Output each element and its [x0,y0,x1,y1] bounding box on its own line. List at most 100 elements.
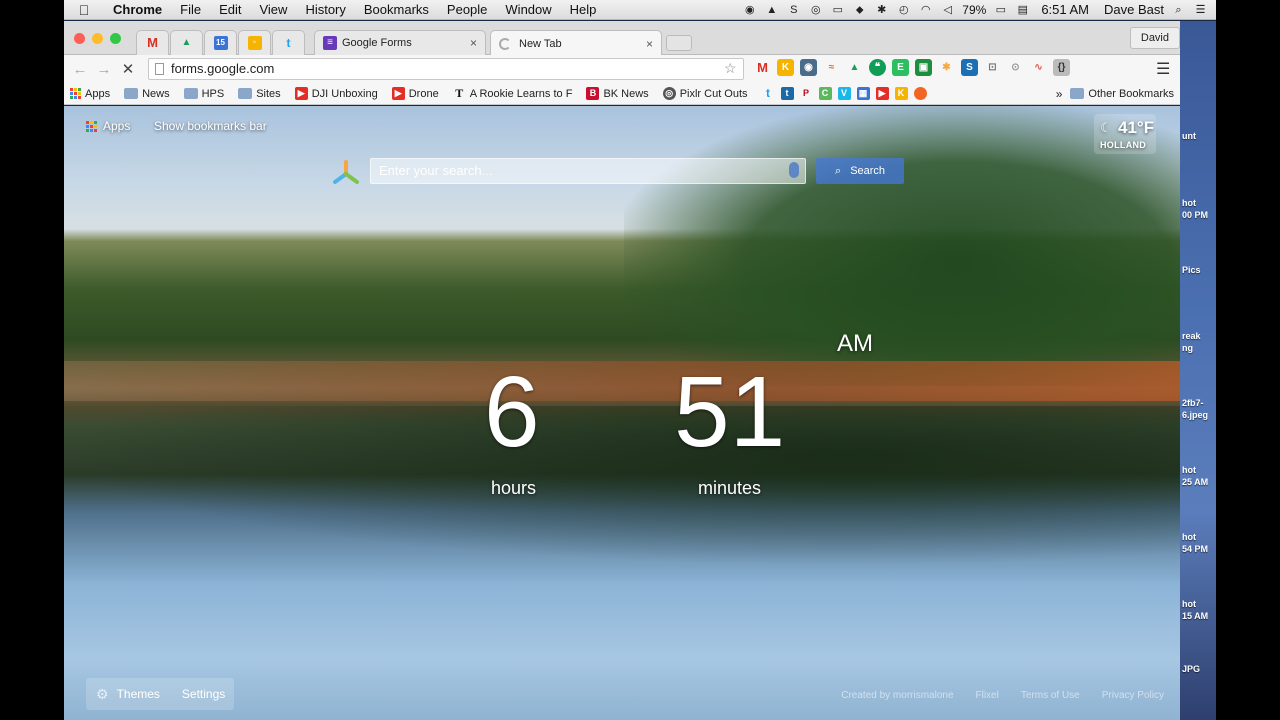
desktop-file-label[interactable]: hot [1182,465,1196,475]
battery-percent[interactable]: 79% [962,3,986,17]
screencast-icon[interactable]: ◉ [800,59,817,76]
menu-help[interactable]: Help [561,2,606,17]
desktop-file-label[interactable]: ng [1182,343,1193,353]
desktop-file-label[interactable]: 2fb7- [1182,398,1204,408]
pinwheel-icon[interactable]: ✱ [938,59,955,76]
menu-bookmarks[interactable]: Bookmarks [355,2,438,17]
close-tab-icon[interactable]: × [470,36,477,50]
menu-history[interactable]: History [296,2,354,17]
tab-pinned-calendar[interactable]: 15 [204,30,237,55]
menu-edit[interactable]: Edit [210,2,250,17]
menu-view[interactable]: View [250,2,296,17]
battery-icon[interactable]: ▭ [993,3,1008,17]
keep-icon[interactable]: K [894,87,908,100]
vimeo-icon[interactable]: V [837,87,851,100]
tab-pinned-drive[interactable]: ▲ [170,30,203,55]
other-bookmarks[interactable]: Other Bookmarks [1070,88,1174,100]
notification-center-icon[interactable]: ☰ [1193,3,1208,17]
bookmark-folder-sites[interactable]: Sites [238,88,281,100]
bookmark-bk-news[interactable]: B BK News [586,87,649,100]
tab-new-tab[interactable]: New Tab × [490,30,662,56]
settings-link[interactable]: Settings [182,687,225,701]
bookmark-apps[interactable]: Apps [70,88,110,100]
new-tab-button[interactable] [666,35,692,51]
flag-icon[interactable]: ▤ [1015,3,1030,17]
bookmark-drone[interactable]: ▶ Drone [391,87,439,100]
menu-file[interactable]: File [171,2,210,17]
weather-widget[interactable]: ☾ 41°F HOLLAND [1094,114,1156,154]
bulb-icon[interactable]: ⊙ [1007,59,1024,76]
close-tab-icon[interactable]: × [646,37,653,51]
forward-arrow-icon[interactable]: → [92,61,116,78]
cast-icon[interactable]: ⊡ [984,59,1001,76]
evernote-icon[interactable]: E [892,59,909,76]
bookmark-star-icon[interactable]: ☆ [724,60,737,77]
calendar-icon[interactable]: ▦ [856,87,870,100]
microphone-icon[interactable] [789,162,799,178]
tab-pinned-keep[interactable]: ◦ [238,30,271,55]
desktop-file-label[interactable]: JPG [1182,664,1200,674]
desktop-file-label[interactable]: hot [1182,198,1196,208]
apple-menu-icon[interactable]:  [64,2,104,18]
bluetooth-icon[interactable]: ✱ [874,3,889,17]
footer-terms-link[interactable]: Terms of Use [1021,690,1080,701]
orange-icon[interactable] [913,87,927,100]
hangouts-icon[interactable]: ❝ [869,59,886,76]
desktop-file-label[interactable]: Pics [1182,265,1201,275]
menu-people[interactable]: People [438,2,496,17]
tab-google-forms[interactable]: ≡ Google Forms × [314,30,486,55]
time-machine-icon[interactable]: ◴ [896,3,911,17]
pinterest-icon[interactable]: P [800,87,813,100]
airplay-icon[interactable]: ▭ [830,3,845,17]
desktop-file-label[interactable]: reak [1182,331,1201,341]
code-icon[interactable]: {} [1053,59,1070,76]
desktop-file-label[interactable]: hot [1182,599,1196,609]
address-bar[interactable]: forms.google.com [148,58,744,80]
desktop-file-label[interactable]: unt [1182,131,1196,141]
menubar-clock[interactable]: 6:51 AM [1041,2,1089,17]
menubar-user[interactable]: Dave Bast [1104,2,1164,17]
wifi-icon[interactable]: ◠ [918,3,933,17]
desktop-file-label[interactable]: 54 PM [1182,544,1208,554]
chrome-menu-icon[interactable]: ☰ [1156,59,1170,79]
desktop-file-label[interactable]: 00 PM [1182,210,1208,220]
bookmarks-overflow-button[interactable]: » [1056,87,1063,101]
gear-icon[interactable]: ⚙ [96,686,109,703]
bookmark-dji-unboxing[interactable]: ▶ DJI Unboxing [294,87,378,100]
menu-window[interactable]: Window [496,2,560,17]
youtube-icon[interactable]: ▶ [875,87,889,100]
footer-credit-link[interactable]: Created by morrismalone [841,690,953,701]
desktop-file-label[interactable]: hot [1182,532,1196,542]
zoom-window-button[interactable] [110,33,121,44]
bookmark-folder-news[interactable]: News [124,88,170,100]
gmail-icon[interactable]: M [754,59,771,76]
twitter-icon[interactable]: t [762,87,775,100]
themes-link[interactable]: Themes [117,687,160,701]
footer-privacy-link[interactable]: Privacy Policy [1102,690,1164,701]
rainbow-icon[interactable]: ≈ [823,59,840,76]
volume-icon[interactable]: ◁ [940,3,955,17]
desktop-file-label[interactable]: 15 AM [1182,611,1208,621]
search-input[interactable]: Enter your search... [370,158,806,184]
drive-icon[interactable]: ▲ [846,59,863,76]
record-icon[interactable]: ◉ [742,3,757,17]
apps-link[interactable]: Apps [86,119,130,133]
stop-loading-icon[interactable]: ✕ [116,60,140,78]
minimize-window-button[interactable] [92,33,103,44]
profile-button[interactable]: David [1129,27,1180,49]
skype-icon[interactable]: S [786,3,801,17]
search-button[interactable]: ⌕ Search [816,158,904,184]
menu-app-chrome[interactable]: Chrome [104,2,171,17]
swoosh-icon[interactable]: ∿ [1030,59,1047,76]
bookmark-pixlr[interactable]: ◎ Pixlr Cut Outs [662,87,748,100]
keep-icon[interactable]: K [777,59,794,76]
s-icon[interactable]: S [961,59,978,76]
back-arrow-icon[interactable]: ← [68,61,92,78]
mirror-icon[interactable]: ⬥ [852,3,867,17]
adobe-icon[interactable]: ▲ [764,3,779,17]
classroom-icon[interactable]: ▣ [915,59,932,76]
desktop-file-label[interactable]: 6.jpeg [1182,410,1208,420]
tab-pinned-twitter[interactable]: t [272,30,305,55]
tweetdeck-icon[interactable]: t [780,87,794,100]
bookmark-folder-hps[interactable]: HPS [183,88,224,100]
